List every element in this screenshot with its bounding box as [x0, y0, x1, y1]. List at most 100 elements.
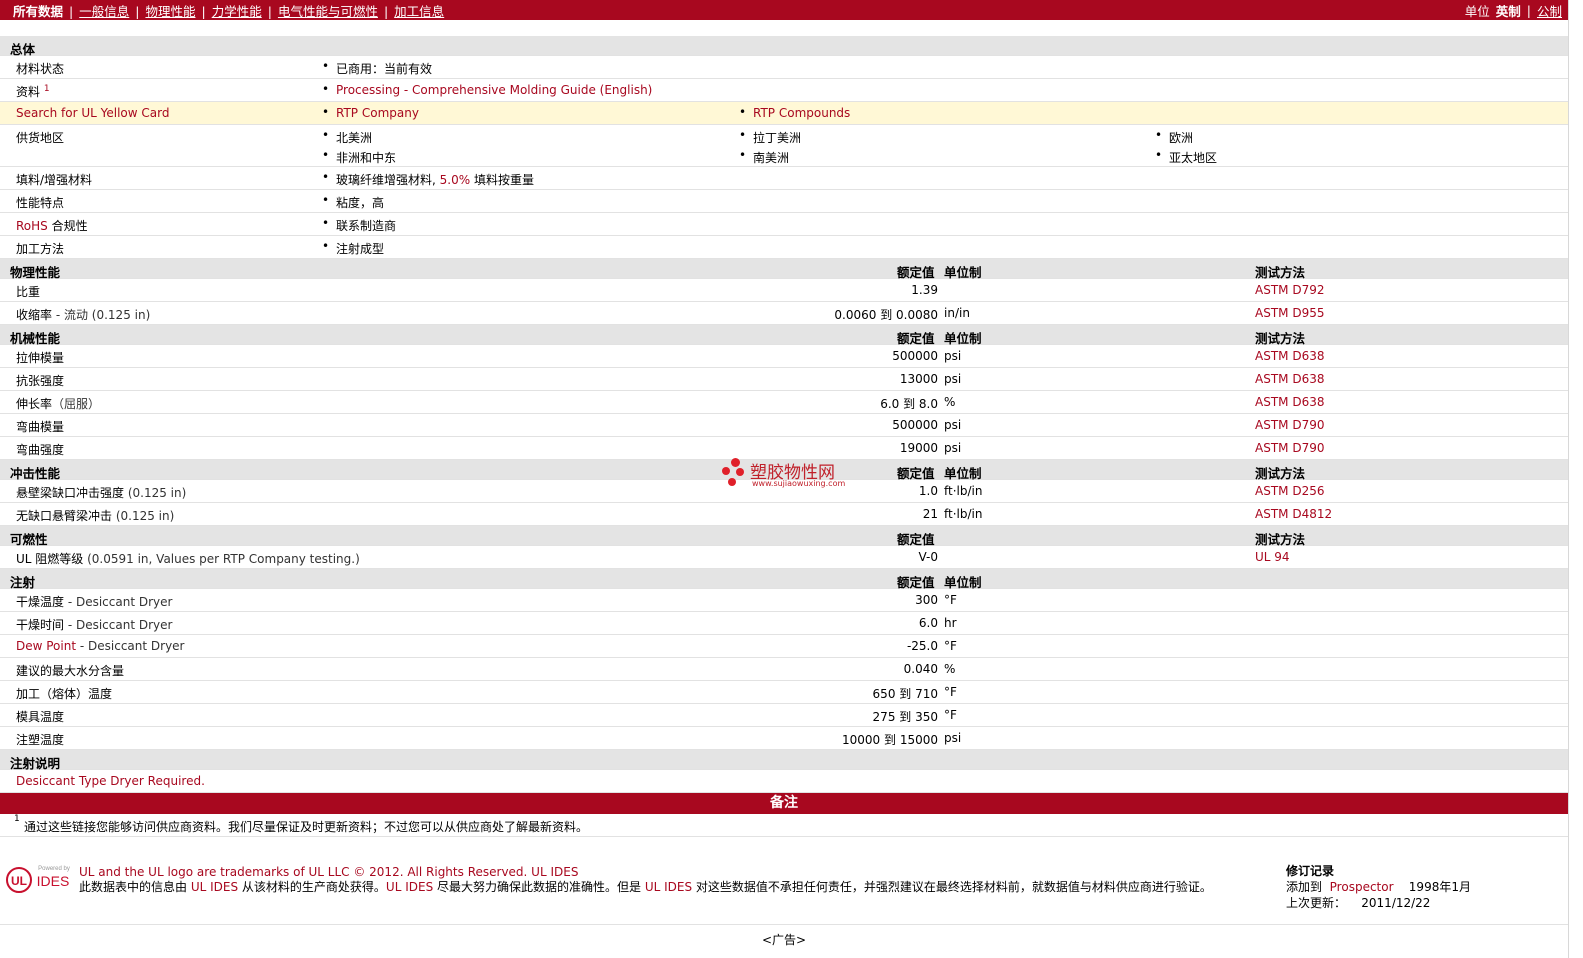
top-nav: 所有数据 | 一般信息 | 物理性能 | 力学性能 | 电气性能与可燃性 | 加工信息 单位 英制 … [0, 0, 1568, 20]
property-unit: psi [944, 418, 962, 432]
property-value: 1.39 [911, 283, 938, 297]
section-header-flammability: 可燃性 额定值 测试方法 [0, 526, 1568, 547]
property-unit: psi [944, 731, 962, 745]
property-name: 无缺口悬臂梁冲击 (0.125 in) [16, 509, 175, 523]
property-unit: °F [944, 685, 957, 699]
property-unit: ft·lb/in [944, 484, 983, 498]
property-unit: % [944, 662, 956, 676]
svg-text:Powered by: Powered by [38, 866, 70, 872]
property-unit: psi [944, 372, 962, 386]
row-ul-yellow-card: Search for UL Yellow Card RTP Company RT… [0, 102, 1568, 125]
row-rohs: RoHS 合规性 联系制造商 [0, 213, 1568, 236]
test-method-link[interactable]: ASTM D4812 [1255, 507, 1332, 521]
property-row: 收缩率 - 流动 (0.125 in) 0.0060 到 0.0080 in/in A… [0, 302, 1568, 325]
datasheet-page: 所有数据 | 一般信息 | 物理性能 | 力学性能 | 电气性能与可燃性 | 加工信息 单位 英制 … [0, 0, 1569, 958]
property-name: 加工（熔体）温度 [16, 687, 113, 701]
property-row: 干燥温度 - Desiccant Dryer 300 °F [0, 589, 1568, 612]
nav-general-info[interactable]: 一般信息 [79, 4, 129, 19]
nav-processing[interactable]: 加工信息 [394, 4, 444, 19]
disclaimer-text: 此数据表中的信息由 UL IDES 从该材料的生产商处获得。UL IDES 尽最… [79, 880, 1212, 894]
test-method-link[interactable]: ASTM D638 [1255, 349, 1324, 363]
property-row: 建议的最大水分含量 0.040% [0, 658, 1568, 681]
property-row: 弯曲模量 500000 psi ASTM D790 [0, 414, 1568, 437]
property-name: 注塑温度 [16, 733, 65, 747]
property-row: 注塑温度 10000 到 15000 psi [0, 727, 1568, 750]
ad-placeholder: <广告> [761, 933, 807, 947]
section-header-general: 总体 [0, 36, 1568, 57]
section-header-injection: 注射 额定值 单位制 [0, 569, 1568, 590]
property-unit: % [944, 395, 956, 409]
test-method-link[interactable]: UL 94 [1255, 550, 1290, 564]
row-injection-notes: Desiccant Type Dryer Required. [0, 770, 1568, 793]
property-name: 收缩率 - 流动 (0.125 in) [16, 308, 151, 322]
region-item: 南美洲 [739, 148, 789, 166]
property-value: 0.040 [903, 662, 938, 676]
svg-text:UL: UL [11, 874, 27, 888]
test-method-link[interactable]: ASTM D256 [1255, 484, 1324, 498]
property-value: 1.0 [918, 484, 938, 498]
doc-molding-guide-link[interactable]: Processing - Comprehensive Molding Guide… [322, 82, 652, 97]
nav-mechanical[interactable]: 力学性能 [212, 4, 262, 19]
test-method-link[interactable]: ASTM D638 [1255, 395, 1324, 409]
property-row: 弯曲强度 19000 psi ASTM D790 [0, 437, 1568, 460]
notes-header: 备注 [0, 793, 1568, 814]
property-name: UL 阻燃等级 (0.0591 in, Values per RTP Compa… [16, 552, 360, 566]
region-item: 亚太地区 [1155, 148, 1217, 166]
property-value: 19000 [899, 441, 938, 455]
property-value: 6.0 [918, 616, 938, 630]
property-row: 加工（熔体）温度 650 到 710 °F [0, 681, 1568, 704]
test-method-link[interactable]: ASTM D792 [1255, 283, 1324, 297]
property-row: 抗张强度 13000 psi ASTM D638 [0, 368, 1568, 391]
svg-text:IDES: IDES [37, 873, 70, 889]
footer: UL Powered by IDES UL and the UL logo ar… [0, 854, 1568, 925]
property-name: 弯曲模量 [16, 420, 65, 434]
section-header-physical: 物理性能 额定值 单位制 测试方法 [0, 259, 1568, 280]
ul-rtp-company-link[interactable]: RTP Company [322, 105, 419, 120]
property-unit: psi [944, 349, 962, 363]
property-value: 10000 到 15000 [842, 733, 938, 747]
property-name: 干燥时间 - Desiccant Dryer [16, 618, 173, 632]
property-name: 拉伸模量 [16, 351, 65, 365]
filler-percent: 5.0% [439, 173, 471, 187]
unit-english: 英制 [1495, 3, 1521, 19]
property-name: 伸长率（屈服） [16, 397, 101, 411]
row-supply-regions: 供货地区 北美洲 拉丁美洲 欧洲 非洲和中东 南美洲 亚太地区 [0, 125, 1568, 167]
nav-electrical-flammability[interactable]: 电气性能与可燃性 [278, 4, 378, 19]
ul-yellow-card-label[interactable]: Search for UL Yellow Card [16, 106, 169, 120]
revision-history: 修订记录 添加到 Prospector 1998年1月 上次更新： 2011/1… [1286, 864, 1471, 910]
prospector-link[interactable]: Prospector [1330, 880, 1394, 894]
property-unit: °F [944, 639, 957, 653]
row-material-status: 材料状态 已商用：当前有效 [0, 56, 1568, 79]
section-header-injection-notes: 注射说明 [0, 750, 1568, 771]
property-row: Dew Point - Desiccant Dryer -25.0 °F [0, 635, 1568, 658]
test-method-link[interactable]: ASTM D955 [1255, 306, 1324, 320]
unit-switch: 单位 英制 | 公制 [1464, 1, 1562, 20]
notes-footnote: 1 通过这些链接您能够访问供应商资料。我们尽量保证及时更新资料；不过您可以从供应… [0, 814, 1568, 837]
ul-rtp-compounds-link[interactable]: RTP Compounds [739, 105, 850, 120]
nav-physical[interactable]: 物理性能 [145, 4, 195, 19]
property-name: 悬壁梁缺口冲击强度 (0.125 in) [16, 486, 187, 500]
property-name: Dew Point - Desiccant Dryer [16, 639, 185, 653]
property-row: 拉伸模量 500000 psi ASTM D638 [0, 345, 1568, 368]
property-value: 13000 [899, 372, 938, 386]
property-row: 模具温度 275 到 350 °F [0, 704, 1568, 727]
test-method-link[interactable]: ASTM D638 [1255, 372, 1324, 386]
unit-metric-link[interactable]: 公制 [1537, 1, 1562, 20]
property-name: 弯曲强度 [16, 443, 65, 457]
property-value: 6.0 到 8.0 [880, 397, 938, 411]
test-method-link[interactable]: ASTM D790 [1255, 418, 1324, 432]
property-value: 500000 [892, 418, 938, 432]
section-header-mechanical: 机械性能 额定值 单位制 测试方法 [0, 325, 1568, 346]
property-value: 650 到 710 [872, 687, 938, 701]
property-row: UL 阻燃等级 (0.0591 in, Values per RTP Compa… [0, 546, 1568, 569]
property-name: 模具温度 [16, 710, 65, 724]
property-row: 比重 1.39 ASTM D792 [0, 279, 1568, 302]
property-unit: °F [944, 708, 957, 722]
property-name: 比重 [16, 285, 41, 299]
section-links: 所有数据 | 一般信息 | 物理性能 | 力学性能 | 电气性能与可燃性 | 加工信息 [13, 3, 445, 19]
rohs-link[interactable]: RoHS [16, 219, 48, 233]
units-label: 单位 [1464, 3, 1490, 19]
ul-ides-logo: UL Powered by IDES [6, 864, 72, 894]
property-row: 干燥时间 - Desiccant Dryer 6.0 hr [0, 612, 1568, 635]
test-method-link[interactable]: ASTM D790 [1255, 441, 1324, 455]
